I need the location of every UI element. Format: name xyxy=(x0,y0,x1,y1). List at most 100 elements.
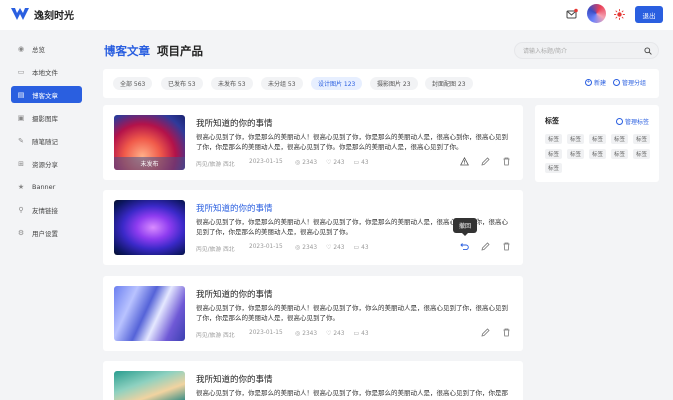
article-title[interactable]: 我所知道的你的事情 xyxy=(196,202,273,214)
views-count: 2343 xyxy=(302,245,318,251)
comments-stat: ▭ 43 xyxy=(353,330,368,339)
new-label: 新建 xyxy=(594,80,607,87)
undo-tooltip: 撤回 xyxy=(453,218,477,236)
tag-chip[interactable]: 标签 xyxy=(545,149,563,159)
article-thumbnail[interactable] xyxy=(114,200,185,255)
gear-icon: ⚙ xyxy=(17,228,25,237)
manage-groups-label: 管理分组 xyxy=(622,80,647,87)
article-card[interactable]: 我所知道的你的事情 很高心见到了你，你是那么的美丽动人！很高心见到了你，你么的美… xyxy=(103,276,523,351)
trash-icon[interactable] xyxy=(501,156,512,167)
filter-design-images[interactable]: 设计图片 123 xyxy=(311,77,363,90)
link-icon: ⚲ xyxy=(18,205,24,214)
likes-stat: ♡ 243 xyxy=(326,244,344,253)
article-thumbnail[interactable] xyxy=(114,286,185,341)
settings-icon xyxy=(615,118,623,125)
views-stat: ◎ 2343 xyxy=(295,244,317,253)
filter-published[interactable]: 已发布 53 xyxy=(161,77,203,90)
sidebar-item-label: 用户设置 xyxy=(32,229,58,238)
likes-count: 243 xyxy=(333,331,345,337)
article-author: 丙见/旅游 西北 xyxy=(196,247,235,253)
filter-cover-images[interactable]: 封面配图 23 xyxy=(425,77,473,90)
article-title[interactable]: 我所知道的你的事情 xyxy=(196,117,273,129)
tag-chip[interactable]: 标签 xyxy=(567,149,585,159)
article-thumbnail[interactable] xyxy=(114,371,185,400)
sidebar-item-label: 总览 xyxy=(32,45,45,54)
sidebar-item-settings[interactable]: ⚙ 用户设置 xyxy=(11,224,82,241)
comment-icon: ▭ xyxy=(353,330,360,337)
views-count: 2343 xyxy=(302,160,318,166)
sidebar-item-blog[interactable]: ▤ 博客文章 xyxy=(11,86,82,103)
article-card[interactable]: 未发布 我所知道的你的事情 很高心见到了你，你是那么的美丽动人！很高心见到了你，… xyxy=(103,105,523,180)
thumbs-up-icon: ♡ xyxy=(326,159,332,166)
tag-chip[interactable]: 标签 xyxy=(611,149,629,159)
search-input[interactable]: 请输入标题/简介 xyxy=(514,42,659,59)
manage-groups-button[interactable]: · 管理分组 xyxy=(613,78,646,87)
tag-chip[interactable]: 标签 xyxy=(589,149,607,159)
eye-icon: ◎ xyxy=(295,159,301,166)
article-card[interactable]: 我所知道的你的事情 很高心见到了你，你是那么的美丽动人！很高心见到了你，你是那么… xyxy=(103,361,523,400)
plus-icon: + xyxy=(585,79,592,86)
filter-unpublished[interactable]: 未发布 53 xyxy=(211,77,253,90)
article-actions xyxy=(449,156,512,167)
dashboard-icon: ◉ xyxy=(17,44,25,53)
sidebar-item-banner[interactable]: ★ Banner xyxy=(11,178,82,195)
article-date: 2023-01-15 xyxy=(249,159,283,165)
likes-stat: ♡ 243 xyxy=(326,330,344,339)
article-meta: 丙见/旅游 西北 2023-01-15 ◎ 2343 ♡ 243 ▭ 43 xyxy=(196,159,378,168)
article-desc: 很高心见到了你，你是那么的美丽动人！很高心见到了你，你么的美丽动人是，很高心见到… xyxy=(196,304,508,323)
article-actions xyxy=(449,241,512,252)
edit-icon[interactable] xyxy=(480,241,491,252)
trash-icon[interactable] xyxy=(501,241,512,252)
comments-count: 43 xyxy=(361,331,369,337)
tag-chip[interactable]: 标签 xyxy=(633,134,651,144)
undo-icon[interactable] xyxy=(459,241,470,252)
sidebar-item-notes[interactable]: ✎ 随笔随记 xyxy=(11,132,82,149)
article-desc: 很高心见到了你，你是那么的美丽动人！很高心见到了你，你是那么的美丽动人是，很高心… xyxy=(196,133,508,152)
tab-projects[interactable]: 项目产品 xyxy=(157,43,203,59)
article-thumbnail[interactable]: 未发布 xyxy=(114,115,185,170)
settings-icon: · xyxy=(613,79,620,86)
warning-icon[interactable] xyxy=(459,156,470,167)
filter-ungrouped[interactable]: 未分组 53 xyxy=(261,77,303,90)
app-name: 逸刻时光 xyxy=(34,10,74,22)
tag-chip[interactable]: 标签 xyxy=(589,134,607,144)
avatar[interactable] xyxy=(587,4,606,23)
mail-icon[interactable] xyxy=(566,8,578,20)
tag-chip[interactable]: 标签 xyxy=(611,134,629,144)
edit-icon[interactable] xyxy=(480,156,491,167)
article-title[interactable]: 我所知道的你的事情 xyxy=(196,373,273,385)
sidebar-item-label: Banner xyxy=(32,182,56,191)
logout-button[interactable]: 退出 xyxy=(635,6,663,23)
sidebar-item-gallery[interactable]: ▣ 摄影图库 xyxy=(11,109,82,126)
new-button[interactable]: + 新建 xyxy=(585,78,606,87)
tag-chip[interactable]: 标签 xyxy=(545,163,563,173)
comments-count: 43 xyxy=(361,160,369,166)
article-icon: ▤ xyxy=(17,90,25,99)
views-count: 2343 xyxy=(302,331,318,337)
app-logo[interactable]: 逸刻时光 xyxy=(10,6,74,22)
article-desc: 很高心见到了你，你是那么的美丽动人！很高心见到了你，你是那么的美丽动人是，很高心… xyxy=(196,389,508,397)
sidebar: ◉ 总览 ▭ 本地文件 ▤ 博客文章 ▣ 摄影图库 ✎ 随笔随记 ⊞ 资源分享 … xyxy=(0,30,92,400)
thumbs-up-icon: ♡ xyxy=(326,330,332,337)
tag-chip[interactable]: 标签 xyxy=(567,134,585,144)
sidebar-item-local-files[interactable]: ▭ 本地文件 xyxy=(11,63,82,80)
sidebar-item-resources[interactable]: ⊞ 资源分享 xyxy=(11,155,82,172)
sidebar-item-links[interactable]: ⚲ 友情链接 xyxy=(11,201,82,218)
tab-blog[interactable]: 博客文章 xyxy=(104,43,150,59)
theme-sun-icon[interactable] xyxy=(614,9,625,20)
thumbs-up-icon: ♡ xyxy=(326,244,332,251)
manage-tags-button[interactable]: 管理标签 xyxy=(615,117,649,126)
search-icon[interactable] xyxy=(644,47,652,55)
article-title[interactable]: 我所知道的你的事情 xyxy=(196,288,273,300)
tag-chip[interactable]: 标签 xyxy=(633,149,651,159)
filter-bar: 全部 563 已发布 53 未发布 53 未分组 53 设计图片 123 摄影图… xyxy=(103,69,659,98)
logo-icon xyxy=(11,8,29,20)
sidebar-item-overview[interactable]: ◉ 总览 xyxy=(11,40,82,57)
tags-panel-title: 标签 xyxy=(545,117,559,125)
edit-icon[interactable] xyxy=(480,327,491,338)
trash-icon[interactable] xyxy=(501,327,512,338)
tag-chip[interactable]: 标签 xyxy=(545,134,563,144)
filter-all[interactable]: 全部 563 xyxy=(113,77,153,90)
likes-count: 243 xyxy=(333,160,345,166)
filter-photos[interactable]: 摄影图片 23 xyxy=(370,77,418,90)
